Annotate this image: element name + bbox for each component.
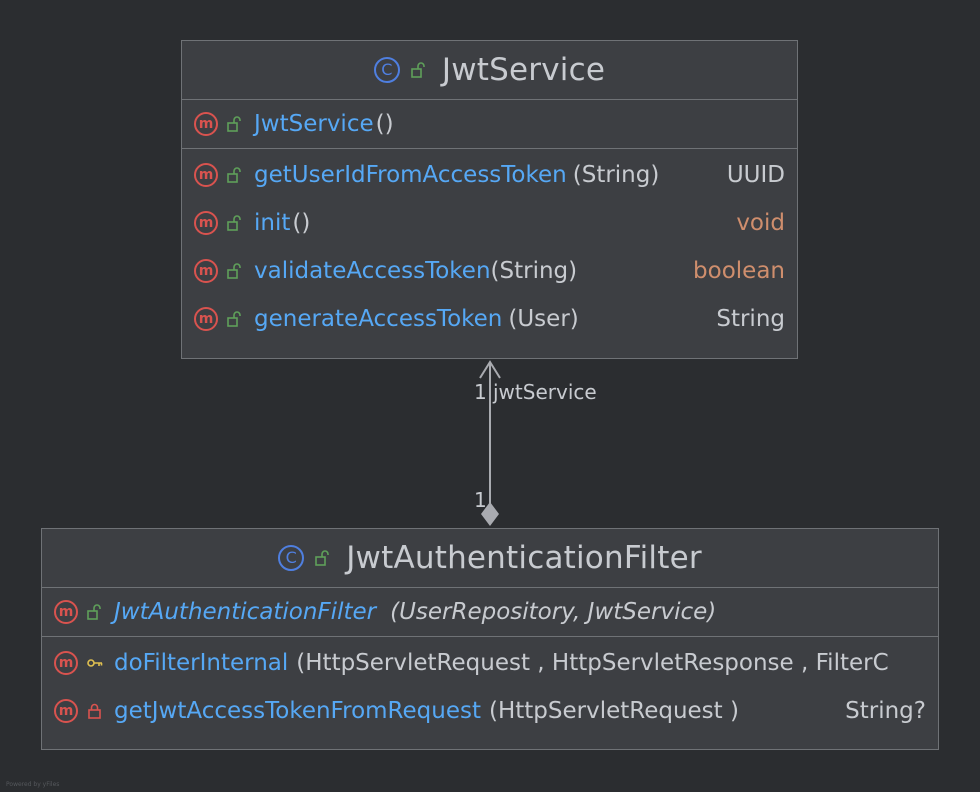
- class-box-jwt-service[interactable]: C JwtService m JwtService () m getUserId…: [181, 40, 798, 359]
- method-icon: m: [194, 211, 218, 235]
- method-row[interactable]: m init () void: [182, 199, 797, 247]
- bottom-multiplicity: 1: [474, 488, 487, 512]
- class-title: JwtService: [441, 52, 606, 88]
- method-row[interactable]: m validateAccessToken (String) boolean: [182, 247, 797, 295]
- constructor-row[interactable]: m JwtAuthenticationFilter (UserRepositor…: [42, 588, 938, 636]
- method-params: (): [292, 210, 311, 236]
- method-name: getUserIdFromAccessToken: [254, 162, 567, 188]
- method-name: getJwtAccessTokenFromRequest: [114, 698, 481, 724]
- public-lock-icon: [227, 263, 241, 279]
- class-box-jwt-authentication-filter[interactable]: C JwtAuthenticationFilter m JwtAuthentic…: [41, 528, 939, 750]
- protected-key-icon: [87, 659, 103, 667]
- public-lock-icon: [227, 215, 241, 231]
- class-title: JwtAuthenticationFilter: [346, 540, 702, 576]
- method-return-type: UUID: [726, 162, 785, 188]
- navigation-arrowhead: [479, 360, 501, 379]
- top-multiplicity: 1: [474, 380, 487, 404]
- method-params: (String): [572, 162, 660, 188]
- constructor-name: JwtAuthenticationFilter: [114, 599, 377, 625]
- methods-section: m getUserIdFromAccessToken (String) UUID…: [182, 149, 797, 343]
- method-name: init: [254, 210, 291, 236]
- method-name: validateAccessToken: [254, 258, 491, 284]
- method-row[interactable]: m generateAccessToken (User) String: [182, 295, 797, 343]
- method-row[interactable]: m getUserIdFromAccessToken (String) UUID: [182, 151, 797, 199]
- method-return-type: String?: [845, 698, 926, 724]
- method-params: (User): [508, 306, 579, 332]
- public-lock-icon: [315, 550, 330, 566]
- method-icon: m: [54, 600, 78, 624]
- constructor-params: (UserRepository, JwtService): [390, 599, 717, 625]
- method-icon: m: [54, 651, 78, 675]
- public-lock-icon: [227, 167, 241, 183]
- method-params: (String): [490, 258, 578, 284]
- constructor-name: JwtService: [254, 111, 374, 137]
- class-header: C JwtAuthenticationFilter: [42, 529, 938, 588]
- private-lock-icon: [88, 703, 101, 719]
- class-icon: C: [278, 545, 305, 571]
- method-icon: m: [194, 163, 218, 187]
- method-name: generateAccessToken: [254, 306, 503, 332]
- constructor-row[interactable]: m JwtService (): [182, 100, 797, 148]
- constructor-params: (): [375, 111, 394, 137]
- method-icon: m: [194, 259, 218, 283]
- public-lock-icon: [227, 116, 241, 132]
- method-icon: m: [54, 699, 78, 723]
- method-icon: m: [194, 307, 218, 331]
- class-icon: C: [373, 57, 400, 83]
- method-return-type: String: [716, 306, 785, 332]
- method-return-type: boolean: [693, 258, 785, 284]
- methods-section: m doFilterInternal (HttpServletRequest ,…: [42, 637, 938, 735]
- method-icon: m: [194, 112, 218, 136]
- class-header: C JwtService: [182, 41, 797, 100]
- public-lock-icon: [227, 311, 241, 327]
- method-params: (HttpServletRequest ): [488, 698, 739, 724]
- constructor-section: m JwtService (): [182, 100, 797, 149]
- method-name: doFilterInternal: [114, 650, 289, 676]
- public-lock-icon: [411, 62, 425, 78]
- method-row[interactable]: m doFilterInternal (HttpServletRequest ,…: [42, 639, 938, 687]
- public-lock-icon: [87, 604, 101, 620]
- constructor-section: m JwtAuthenticationFilter (UserRepositor…: [42, 588, 938, 637]
- watermark: Powered by yFiles: [6, 781, 60, 788]
- method-return-type: void: [736, 210, 785, 236]
- method-params: (HttpServletRequest , HttpServletRespons…: [296, 650, 889, 676]
- method-row[interactable]: m getJwtAccessTokenFromRequest (HttpServ…: [42, 687, 938, 735]
- role-label: jwtService: [493, 380, 597, 404]
